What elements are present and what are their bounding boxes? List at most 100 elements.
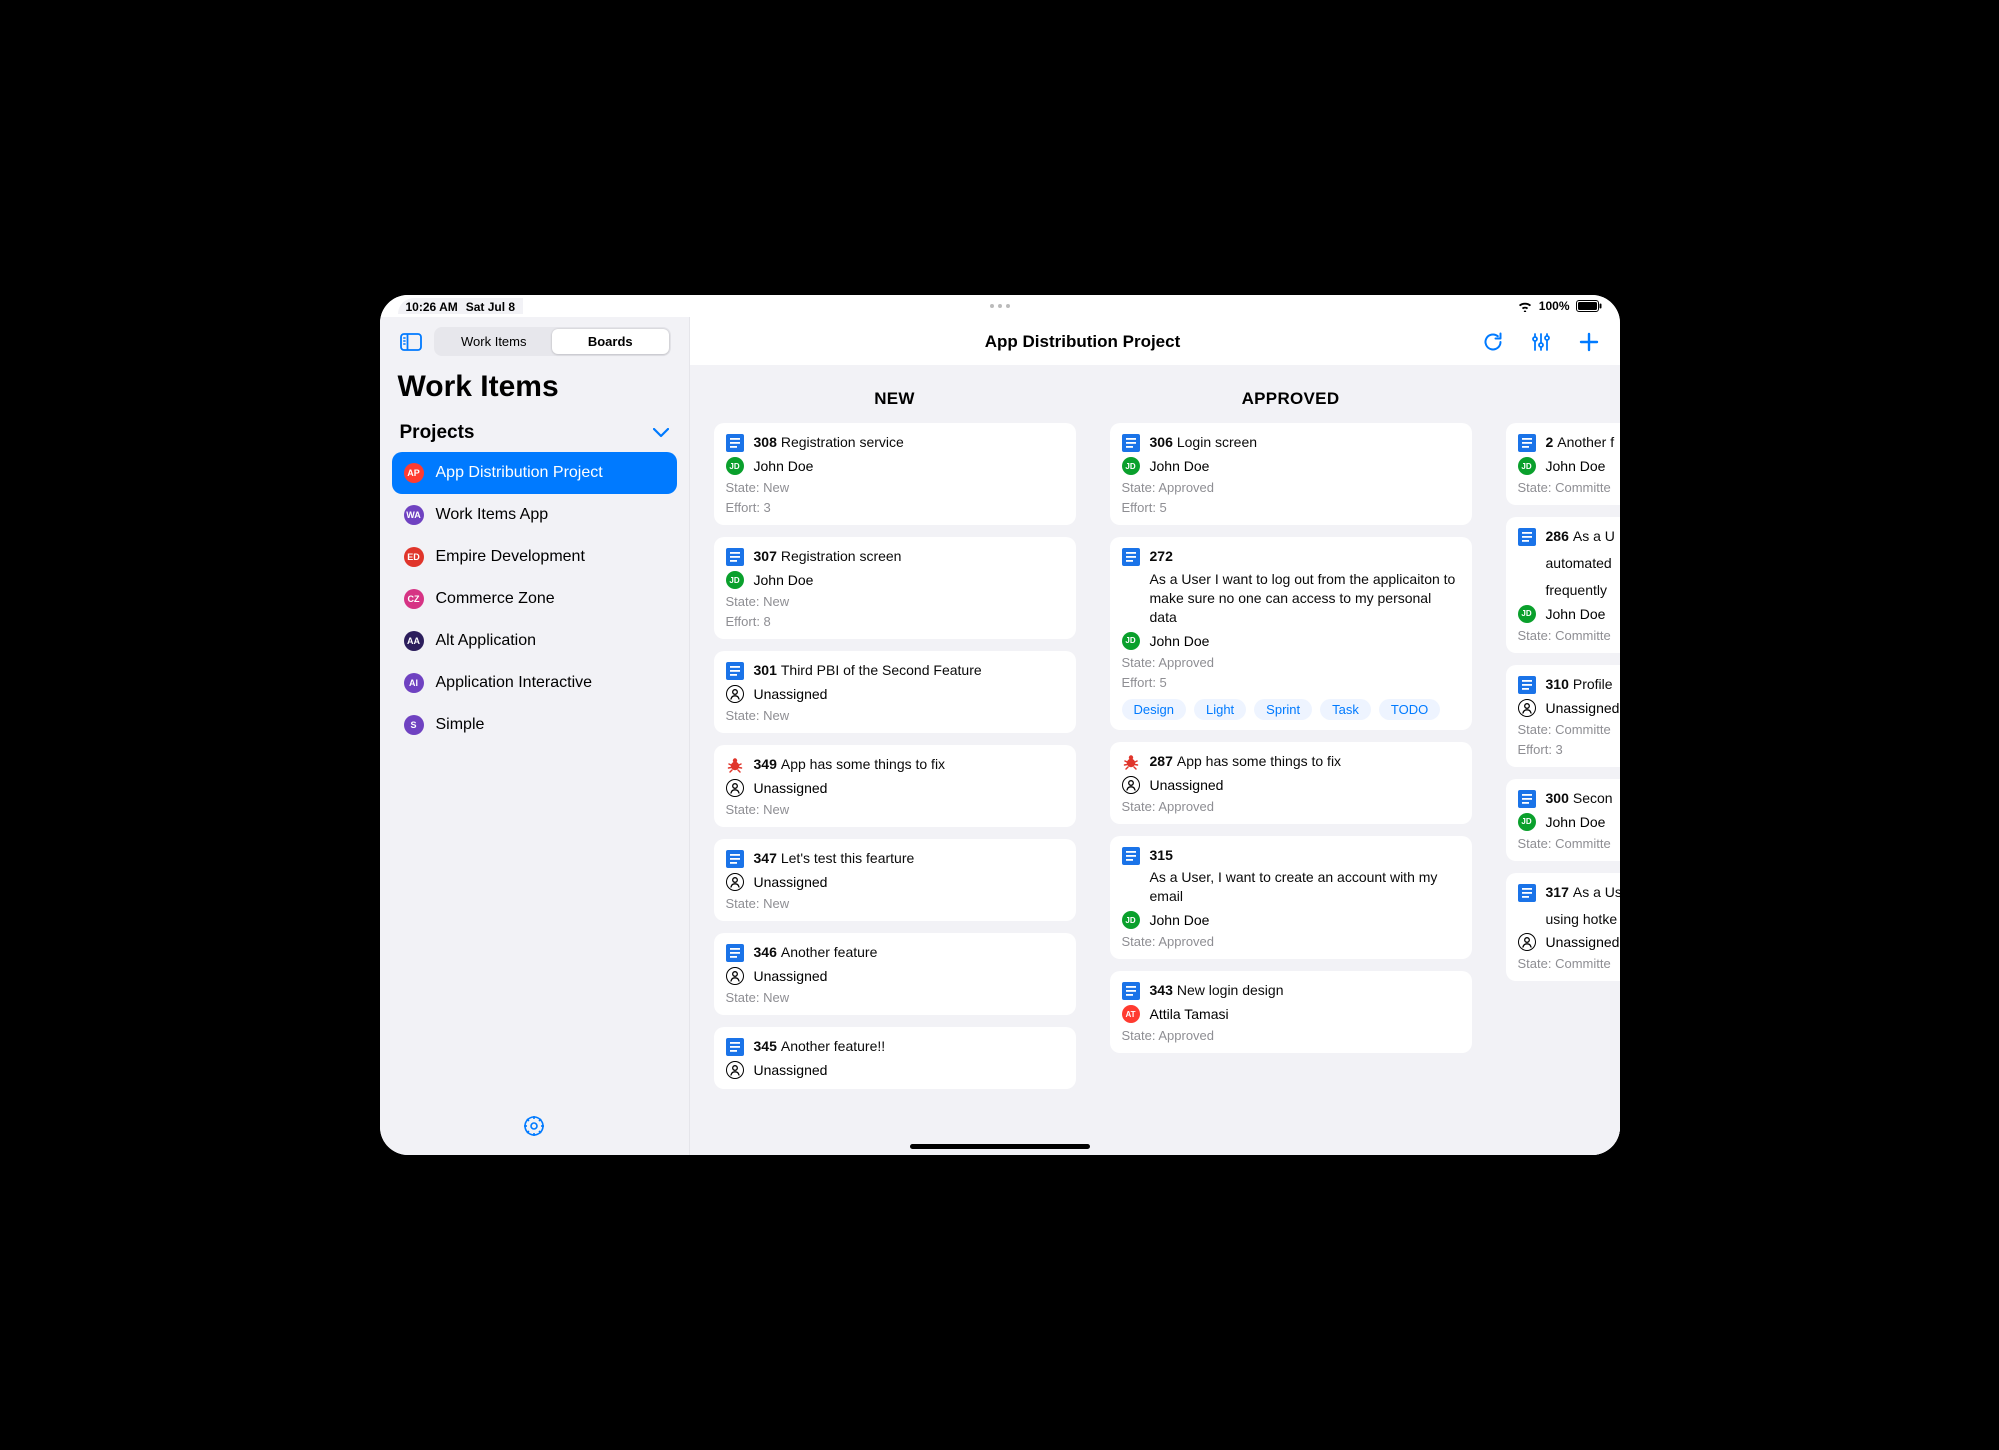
assignee-name: John Doe <box>754 572 814 588</box>
card-title-line: 307 Registration screen <box>754 547 902 566</box>
refresh-button[interactable] <box>1478 327 1508 357</box>
assignee-row: Unassigned <box>1518 699 1620 717</box>
card-title-line: 308 Registration service <box>754 433 904 452</box>
card-state: State: New <box>726 708 1064 723</box>
assignee-row: Unassigned <box>1518 933 1620 951</box>
projects-section-header[interactable]: Projects <box>392 416 677 450</box>
project-badge: AA <box>404 631 424 651</box>
card-effort: Effort: 5 <box>1122 675 1460 690</box>
project-label: Alt Application <box>436 632 537 650</box>
dot-icon <box>998 304 1002 308</box>
tag[interactable]: Design <box>1122 699 1186 720</box>
card-id: 345 <box>754 1037 777 1056</box>
assignee-row: JDJohn Doe <box>726 457 1064 475</box>
project-item[interactable]: AA Alt Application <box>392 620 677 662</box>
assignee-name: Unassigned <box>1546 934 1620 950</box>
sidebar: Work Items Boards Work Items Projects AP… <box>380 317 690 1155</box>
card-state: State: New <box>726 480 1064 495</box>
card-title-line: 317 As a Ususing hotke <box>1546 883 1620 929</box>
card-title: As a Us <box>1573 883 1620 902</box>
status-battery: 100% <box>1539 299 1570 313</box>
assignee-row: Unassigned <box>726 967 1064 985</box>
card-list[interactable]: 2 Another fJDJohn DoeState: Committe 286 … <box>1496 423 1620 1155</box>
project-item[interactable]: EDEmpire Development <box>392 536 677 578</box>
work-item-card[interactable]: 306 Login screenJDJohn DoeState: Approve… <box>1110 423 1472 525</box>
card-state: State: New <box>726 802 1064 817</box>
pbi-icon <box>1122 434 1140 452</box>
avatar: JD <box>1518 813 1536 831</box>
assignee-row: JDJohn Doe <box>1122 457 1460 475</box>
project-item[interactable]: WAWork Items App <box>392 494 677 536</box>
assignee-row: ATAttila Tamasi <box>1122 1005 1460 1023</box>
pbi-icon <box>726 662 744 680</box>
card-state: State: Committe <box>1518 628 1620 643</box>
board[interactable]: NEW308 Registration serviceJDJohn DoeSta… <box>690 365 1620 1155</box>
card-state: State: Approved <box>1122 799 1460 814</box>
card-title: Let's test this fearture <box>781 849 914 868</box>
column-title: APPROVED <box>1100 371 1482 423</box>
chevron-down-icon <box>653 422 669 444</box>
column-title: NEW <box>704 371 1086 423</box>
assignee-name: John Doe <box>754 458 814 474</box>
assignee-name: Unassigned <box>754 780 828 796</box>
filter-button[interactable] <box>1526 327 1556 357</box>
work-item-card[interactable]: 286 As a UautomatedfrequentlyJDJohn DoeS… <box>1506 517 1620 653</box>
view-segmented-control: Work Items Boards <box>434 327 671 356</box>
card-list[interactable]: 306 Login screenJDJohn DoeState: Approve… <box>1100 423 1482 1155</box>
work-item-card[interactable]: 287 App has some things to fixUnassigned… <box>1110 742 1472 824</box>
add-button[interactable] <box>1574 327 1604 357</box>
sidebar-toggle-button[interactable] <box>398 329 424 355</box>
tag[interactable]: Light <box>1194 699 1246 720</box>
card-id: 310 <box>1546 675 1569 694</box>
card-title: New login design <box>1177 981 1284 1000</box>
work-item-card[interactable]: 300 SeconJDJohn DoeState: Committe <box>1506 779 1620 861</box>
card-list[interactable]: 308 Registration service JDJohn Doe State:… <box>704 423 1086 1155</box>
work-item-card[interactable]: 317 As a Ususing hotkeUnassignedState: C… <box>1506 873 1620 982</box>
card-id: 272 <box>1150 547 1173 566</box>
card-title: As a U <box>1573 527 1615 546</box>
pbi-icon <box>726 850 744 868</box>
work-item-card[interactable]: 2 Another fJDJohn DoeState: Committe <box>1506 423 1620 505</box>
avatar: JD <box>1518 605 1536 623</box>
card-title-line: 347 Let's test this fearture <box>754 849 915 868</box>
work-item-card[interactable]: 272 As a User I want to log out from the… <box>1110 537 1472 730</box>
tag[interactable]: TODO <box>1379 699 1440 720</box>
project-item[interactable]: SSimple <box>392 704 677 746</box>
work-item-card[interactable]: 301 Third PBI of the Second FeatureUnass… <box>714 651 1076 733</box>
dot-icon <box>1006 304 1010 308</box>
card-title: As a User I want to log out from the app… <box>1150 570 1460 627</box>
pbi-icon <box>1518 434 1536 452</box>
work-item-card[interactable]: 345 Another feature!!Unassigned <box>714 1027 1076 1089</box>
work-item-card[interactable]: 343 New login designATAttila TamasiState… <box>1110 971 1472 1053</box>
card-effort: Effort: 8 <box>726 614 1064 629</box>
project-item[interactable]: CZCommerce Zone <box>392 578 677 620</box>
project-item[interactable]: AIApplication Interactive <box>392 662 677 704</box>
project-item[interactable]: APApp Distribution Project <box>392 452 677 494</box>
work-item-card[interactable]: 315 As a User, I want to create an accou… <box>1110 836 1472 960</box>
status-time: 10:26 AM <box>406 300 458 314</box>
work-item-card[interactable]: 347 Let's test this feartureUnassignedSt… <box>714 839 1076 921</box>
card-title-line: 315 As a User, I want to create an accou… <box>1150 846 1460 907</box>
multitask-dots[interactable] <box>990 304 1010 308</box>
card-id: 301 <box>754 661 777 680</box>
card-id: 349 <box>754 755 777 774</box>
work-item-card[interactable]: 310 ProfileUnassignedState: CommitteEffo… <box>1506 665 1620 767</box>
tag[interactable]: Sprint <box>1254 699 1312 720</box>
work-item-card[interactable]: 349 App has some things to fixUnassigned… <box>714 745 1076 827</box>
seg-work-items[interactable]: Work Items <box>436 329 553 354</box>
card-title: App has some things to fix <box>1177 752 1341 771</box>
seg-boards[interactable]: Boards <box>552 329 669 354</box>
assignee-row: Unassigned <box>726 1061 1064 1079</box>
pbi-icon <box>726 434 744 452</box>
assignee-name: John Doe <box>1150 458 1210 474</box>
avatar: JD <box>1122 632 1140 650</box>
tag[interactable]: Task <box>1320 699 1371 720</box>
work-item-card[interactable]: 307 Registration screenJDJohn DoeState: … <box>714 537 1076 639</box>
settings-button[interactable] <box>519 1111 549 1141</box>
work-item-card[interactable]: 308 Registration service JDJohn Doe State:… <box>714 423 1076 525</box>
card-id: 307 <box>754 547 777 566</box>
card-id: 347 <box>754 849 777 868</box>
card-state: State: Approved <box>1122 655 1460 670</box>
home-indicator[interactable] <box>910 1144 1090 1149</box>
work-item-card[interactable]: 346 Another featureUnassignedState: New <box>714 933 1076 1015</box>
